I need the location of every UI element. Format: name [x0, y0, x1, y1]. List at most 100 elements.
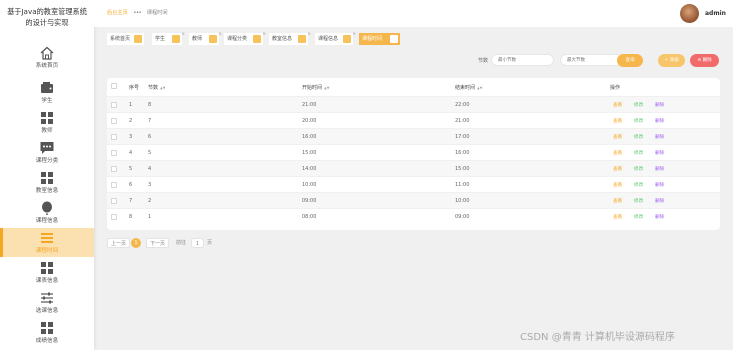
tab-label: 系统首页 — [110, 36, 131, 42]
tab-home[interactable]: 系统首页 — [107, 33, 144, 45]
current-page[interactable]: 1 — [131, 238, 141, 248]
sidebar-item-enrollment-info[interactable]: 选课信息 — [0, 290, 94, 318]
edit-link[interactable]: 修改 — [634, 102, 643, 108]
cell-start-time: 14:00 — [302, 166, 317, 172]
cell-index: 1 — [129, 102, 133, 108]
min-section-input[interactable] — [491, 54, 554, 66]
delete-link[interactable]: 删除 — [655, 166, 664, 172]
chat-icon — [40, 142, 54, 154]
row-checkbox[interactable] — [111, 166, 117, 172]
tab-course-category[interactable]: 课程分类 × — [224, 32, 266, 45]
goto-page-input[interactable]: 1 — [191, 238, 204, 248]
view-link[interactable]: 查看 — [613, 166, 622, 172]
row-checkbox[interactable] — [111, 182, 117, 188]
delete-link[interactable]: 删除 — [655, 214, 664, 220]
sidebar-item-grade-info[interactable]: 成绩信息 — [0, 320, 94, 348]
home-icon — [40, 46, 54, 60]
tab-course-time[interactable]: 课程时间 — [359, 33, 400, 45]
view-link[interactable]: 查看 — [613, 134, 622, 140]
tab-course-info[interactable]: 课程信息 × — [315, 32, 356, 45]
active-indicator — [0, 228, 3, 257]
topbar: 后台主页 ••• 课程时间 admin — [94, 0, 733, 27]
sidebar-item-course-time[interactable]: 课程时间 — [0, 228, 94, 257]
delete-link[interactable]: 删除 — [655, 118, 664, 124]
edit-link[interactable]: 修改 — [634, 118, 643, 124]
page-suffix: 页 — [207, 240, 213, 246]
delete-link[interactable]: 删除 — [655, 150, 664, 156]
table-header: 序号 节数 ▲▼ 开始时间 ▲▼ 结束时间 ▲▼ 操作 — [107, 78, 720, 96]
tab-marker-icon[interactable] — [209, 35, 217, 43]
row-checkbox[interactable] — [111, 134, 117, 140]
row-checkbox[interactable] — [111, 150, 117, 156]
edit-link[interactable]: 修改 — [634, 166, 643, 172]
cell-index: 6 — [129, 182, 133, 188]
header-end-time[interactable]: 结束时间 ▲▼ — [455, 84, 482, 91]
close-icon[interactable]: × — [181, 29, 185, 41]
delete-link[interactable]: 删除 — [655, 198, 664, 204]
close-icon[interactable]: × — [218, 29, 222, 41]
view-link[interactable]: 查看 — [613, 118, 622, 124]
delete-button[interactable]: ⊖ 删除 — [690, 54, 719, 67]
table-row: 7 2 09:00 10:00 查看 修改 删除 — [107, 192, 720, 208]
tab-marker-icon[interactable] — [134, 35, 142, 43]
delete-link[interactable]: 删除 — [655, 182, 664, 188]
view-link[interactable]: 查看 — [613, 198, 622, 204]
add-button[interactable]: + 添加 — [658, 54, 685, 67]
view-link[interactable]: 查看 — [613, 102, 622, 108]
sort-icon[interactable]: ▲▼ — [160, 86, 165, 90]
cell-end-time: 21:00 — [455, 118, 470, 124]
sidebar-item-home[interactable]: 系统首页 — [0, 45, 94, 73]
avatar[interactable] — [680, 4, 699, 23]
edit-link[interactable]: 修改 — [634, 134, 643, 140]
sidebar-item-course-category[interactable]: 课程分类 — [0, 140, 94, 168]
edit-link[interactable]: 修改 — [634, 182, 643, 188]
table-row: 8 1 08:00 09:00 查看 修改 删除 — [107, 208, 720, 224]
view-link[interactable]: 查看 — [613, 182, 622, 188]
tab-classroom-info[interactable]: 教室信息 × — [269, 32, 311, 45]
max-section-input[interactable] — [560, 54, 623, 66]
close-icon[interactable]: × — [352, 29, 356, 41]
row-checkbox[interactable] — [111, 214, 117, 220]
close-icon[interactable]: × — [307, 29, 311, 41]
row-checkbox[interactable] — [111, 118, 117, 124]
breadcrumb-home[interactable]: 后台主页 — [107, 10, 128, 16]
view-link[interactable]: 查看 — [613, 214, 622, 220]
cell-section: 1 — [148, 214, 152, 220]
tab-students[interactable]: 学生 × — [152, 32, 185, 45]
tab-label: 课程信息 — [318, 36, 339, 42]
row-checkbox[interactable] — [111, 102, 117, 108]
sort-icon[interactable]: ▲▼ — [477, 86, 482, 90]
tab-marker-icon[interactable] — [390, 35, 398, 43]
row-checkbox[interactable] — [111, 198, 117, 204]
tab-label: 教师 — [192, 36, 203, 42]
delete-link[interactable]: 删除 — [655, 134, 664, 140]
prev-page-button[interactable]: 上一页 — [107, 238, 131, 248]
tab-marker-icon[interactable] — [343, 35, 351, 43]
delete-link[interactable]: 删除 — [655, 102, 664, 108]
header-start-time[interactable]: 开始时间 ▲▼ — [302, 84, 329, 91]
tab-marker-icon[interactable] — [172, 35, 180, 43]
edit-link[interactable]: 修改 — [634, 150, 643, 156]
sidebar-item-label: 课程信息 — [35, 218, 59, 224]
tab-teachers[interactable]: 教师 × — [189, 32, 222, 45]
cell-index: 3 — [129, 134, 133, 140]
app-title-line1: 基于Java的教室管理系统 — [7, 7, 87, 16]
edit-link[interactable]: 修改 — [634, 198, 643, 204]
tab-marker-icon[interactable] — [253, 35, 261, 43]
sidebar-item-teachers[interactable]: 教师 — [0, 110, 94, 138]
close-icon[interactable]: × — [262, 29, 266, 41]
sort-icon[interactable]: ▲▼ — [324, 86, 329, 90]
sidebar-item-course-info[interactable]: 课程信息 — [0, 200, 94, 228]
sidebar-item-label: 课表信息 — [35, 278, 59, 284]
select-all-checkbox[interactable] — [111, 83, 117, 89]
username[interactable]: admin — [705, 10, 726, 17]
next-page-button[interactable]: 下一页 — [146, 238, 170, 248]
view-link[interactable]: 查看 — [613, 150, 622, 156]
search-button[interactable]: 查询 — [617, 54, 643, 67]
sidebar-item-classroom-info[interactable]: 教室信息 — [0, 170, 94, 198]
sidebar-item-schedule-info[interactable]: 课表信息 — [0, 260, 94, 288]
tab-marker-icon[interactable] — [298, 35, 306, 43]
header-section[interactable]: 节数 ▲▼ — [148, 84, 165, 91]
edit-link[interactable]: 修改 — [634, 214, 643, 220]
sidebar-item-students[interactable]: 学生 — [0, 80, 94, 108]
